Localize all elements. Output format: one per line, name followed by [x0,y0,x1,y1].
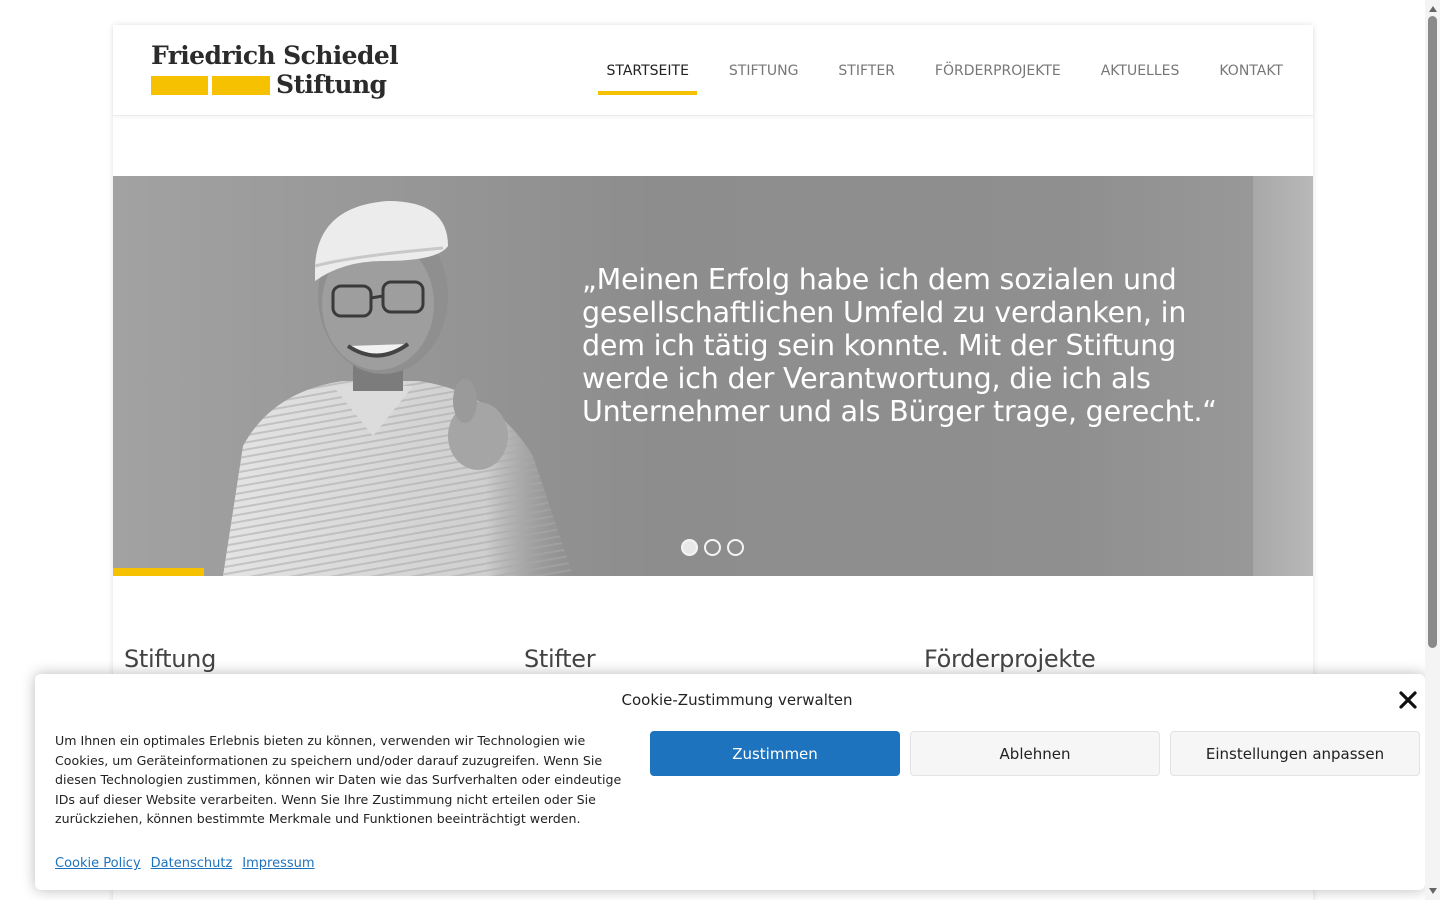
logo-bar-1 [151,76,208,95]
privacy-link[interactable]: Datenschutz [151,856,233,871]
hero-slider: „Meinen Erfolg habe ich dem sozialen und… [113,176,1313,576]
deny-button[interactable]: Ablehnen [910,731,1160,776]
accept-button[interactable]: Zustimmen [650,731,900,776]
close-icon[interactable] [1397,689,1419,711]
scroll-down-arrow-icon[interactable] [1429,888,1437,894]
logo-bar-2 [212,76,270,95]
nav-item-aktuelles[interactable]: AKTUELLES [1093,25,1188,116]
logo-line1: Friedrich Schiedel [151,41,399,70]
founder-portrait-image [223,201,573,576]
nav-item-stifter[interactable]: STIFTER [830,25,903,116]
nav-item-foerderprojekte[interactable]: FÖRDERPROJEKTE [927,25,1069,116]
cookie-consent-banner: Cookie-Zustimmung verwalten Um Ihnen ein… [35,674,1425,890]
slider-dot-3[interactable] [727,539,744,556]
slider-dot-1[interactable] [681,539,698,556]
teaser-stiftung: Stiftung » Mehr [124,645,504,893]
hero-quote: „Meinen Erfolg habe ich dem sozialen und… [582,263,1217,428]
logo-line2: Stiftung [276,70,387,99]
cookie-title: Cookie-Zustimmung verwalten [621,691,853,709]
scrollbar-thumb[interactable] [1428,16,1437,648]
preferences-button[interactable]: Einstellungen anpassen [1170,731,1420,776]
nav-item-stiftung[interactable]: STIFTUNG [721,25,807,116]
nav-item-startseite[interactable]: STARTSEITE [598,25,698,116]
imprint-link[interactable]: Impressum [242,856,314,871]
teaser-title: Stiftung [124,645,217,673]
cookie-links: Cookie Policy Datenschutz Impressum [55,856,315,871]
hero-next-slide-edge [1253,176,1313,576]
cookie-description: Um Ihnen ein optimales Erlebnis bieten z… [55,733,622,826]
cookie-policy-link[interactable]: Cookie Policy [55,856,141,871]
slider-progress-bar [113,568,204,576]
nav-item-kontakt[interactable]: KONTAKT [1211,25,1291,116]
scroll-up-arrow-icon[interactable] [1429,6,1437,12]
site-header: Friedrich Schiedel Stiftung STARTSEITE S… [113,25,1313,116]
teaser-stifter: Stifter » Mehr [524,645,904,893]
teaser-title: Förderprojekte [924,645,1096,673]
vertical-scrollbar[interactable] [1425,0,1440,900]
teaser-title: Stifter [524,645,596,673]
logo[interactable]: Friedrich Schiedel Stiftung [151,41,399,103]
slider-dots [681,539,744,556]
main-nav: STARTSEITE STIFTUNG STIFTER FÖRDERPROJEK… [574,25,1291,116]
teaser-foerderprojekte: Förderprojekte » Mehr [924,645,1304,893]
slider-dot-2[interactable] [704,539,721,556]
